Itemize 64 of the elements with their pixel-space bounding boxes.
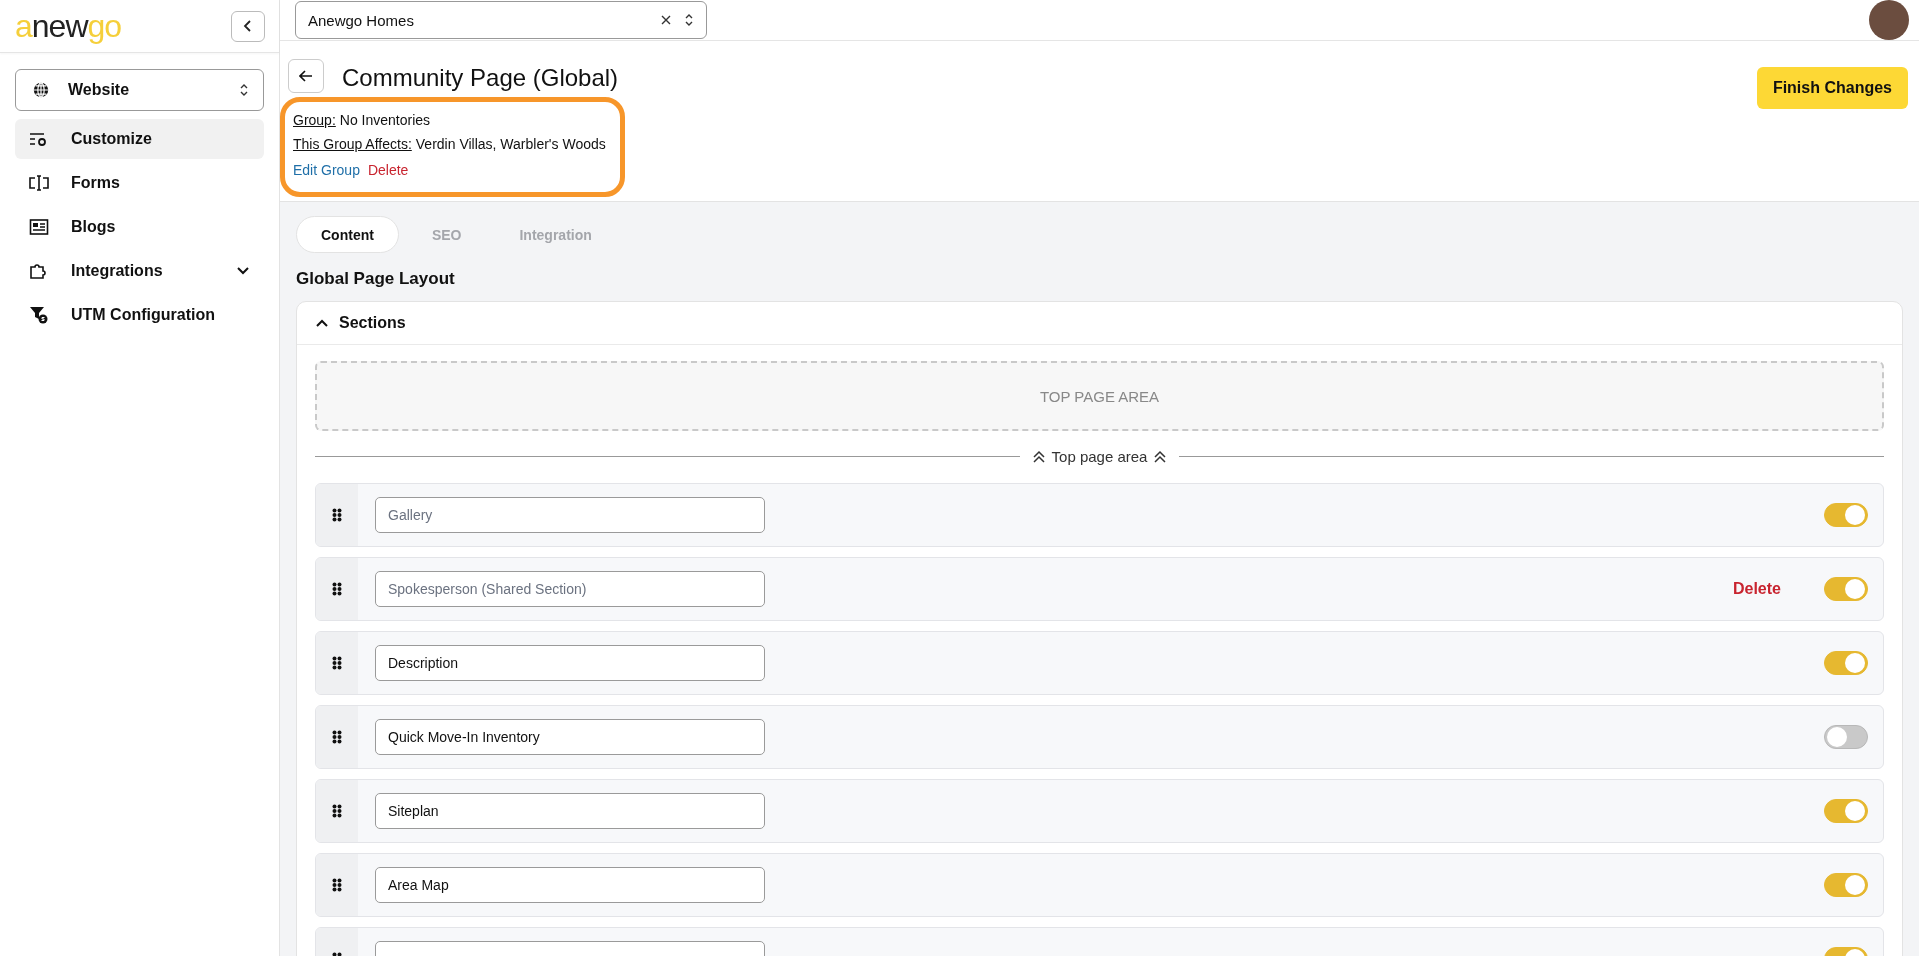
double-chevron-up-icon — [1153, 449, 1168, 464]
drop-zone: TOP PAGE AREA — [315, 361, 1884, 431]
tab[interactable]: Content — [296, 216, 399, 253]
drag-handle[interactable] — [316, 854, 358, 916]
divider-text: Top page area — [1051, 448, 1148, 465]
affects-label: This Group Affects: — [293, 135, 412, 154]
sidebar-item[interactable]: UTM Configuration — [15, 295, 264, 335]
sidebar-item[interactable]: Integrations — [15, 251, 264, 291]
group-label: Group: — [293, 111, 336, 130]
sidebar-item[interactable]: Blogs — [15, 207, 264, 247]
chevron-updown-icon — [239, 82, 249, 98]
avatar[interactable] — [1869, 0, 1909, 40]
toggle-switch[interactable] — [1824, 799, 1868, 823]
drag-handle[interactable] — [316, 632, 358, 694]
delete-link[interactable]: Delete — [1732, 580, 1781, 598]
affects-value: Verdin Villas, Warbler's Woods — [415, 135, 606, 154]
edit-group-link[interactable]: Edit Group — [293, 158, 360, 182]
drag-dots-icon[interactable] — [332, 804, 342, 818]
toggle-switch[interactable] — [1824, 873, 1868, 897]
drag-dots-icon[interactable] — [332, 878, 342, 892]
drag-handle[interactable] — [316, 558, 358, 620]
section-name-field[interactable]: Area Map — [375, 867, 765, 903]
site-selector[interactable]: Website — [15, 69, 264, 111]
company-select[interactable]: Anewgo Homes — [295, 1, 707, 39]
delete-link[interactable]: Delete — [367, 158, 409, 182]
chevron-icon[interactable] — [315, 318, 329, 328]
logo: anewgo — [15, 10, 122, 42]
drag-handle[interactable] — [316, 706, 358, 768]
sidebar-item[interactable]: Forms — [15, 163, 264, 203]
sidebar-item[interactable]: Customize — [15, 119, 264, 159]
chevron-down-icon — [236, 266, 250, 276]
drag-dots-icon[interactable] — [332, 656, 342, 670]
text-field-icon — [29, 174, 49, 192]
double-chevron-up-icon — [1031, 449, 1046, 464]
page-title: Community Page (Global) — [342, 64, 619, 92]
section-name-field[interactable]: Description — [375, 645, 765, 681]
collapse-sidebar-button[interactable] — [231, 10, 265, 42]
finish-changes-button[interactable]: Finish Changes — [1756, 67, 1908, 109]
drag-handle[interactable] — [316, 780, 358, 842]
clear-icon[interactable] — [660, 14, 672, 26]
section-name-field[interactable]: Gallery — [375, 497, 765, 533]
arrow-left-icon[interactable] — [299, 70, 313, 82]
sliders-gear-icon — [29, 130, 49, 148]
drag-handle[interactable] — [316, 484, 358, 546]
globe-icon — [32, 81, 50, 99]
filter-dollar-icon — [29, 306, 49, 324]
drag-dots-icon[interactable] — [332, 508, 342, 522]
sections-toggle[interactable]: Sections — [297, 302, 1902, 345]
section-name-field[interactable]: Siteplan — [375, 793, 765, 829]
drag-dots-icon[interactable] — [332, 730, 342, 744]
toggle-switch[interactable] — [1824, 725, 1868, 749]
chevron-updown-icon — [684, 12, 694, 28]
section-name-field[interactable]: Quick Move-In Inventory — [375, 719, 765, 755]
group-value: No Inventories — [339, 111, 431, 130]
chevron-left-icon[interactable] — [243, 19, 253, 33]
puzzle-icon — [29, 262, 49, 280]
toggle-switch[interactable] — [1824, 577, 1868, 601]
back-button[interactable] — [288, 59, 324, 93]
toggle-switch[interactable] — [1824, 503, 1868, 527]
article-icon — [29, 218, 49, 236]
drag-dots-icon[interactable] — [332, 582, 342, 596]
toggle-switch[interactable] — [1824, 651, 1868, 675]
section-heading: Global Page Layout — [296, 269, 456, 289]
section-name-field[interactable]: Spokesperson (Shared Section) — [375, 571, 765, 607]
